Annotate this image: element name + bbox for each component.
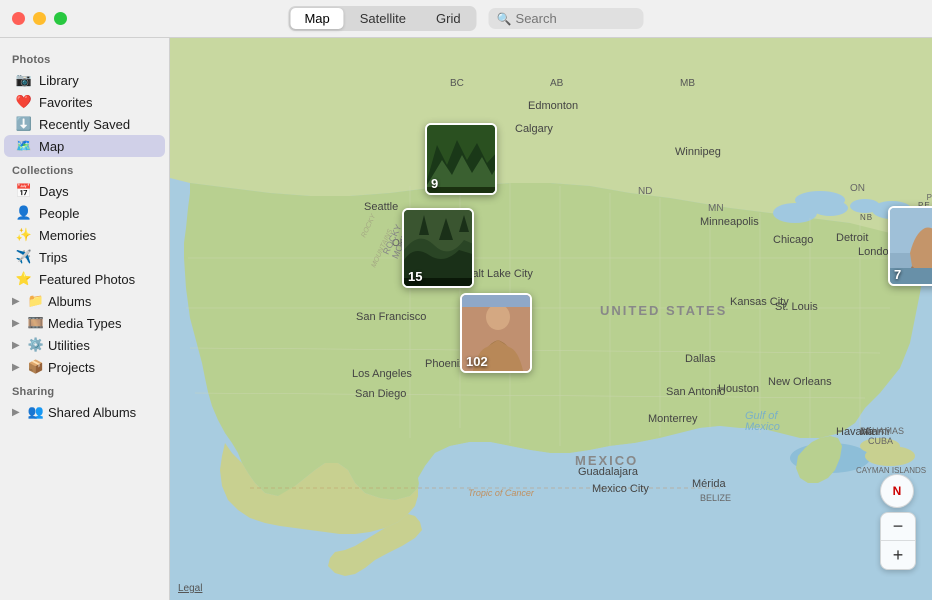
title-bar: Map Satellite Grid 🔍	[0, 0, 932, 38]
cluster-east[interactable]: 7	[888, 206, 932, 286]
main-area: Photos 📷 Library ❤️ Favorites ⬇️ Recentl…	[0, 38, 932, 600]
utilities-icon: ⚙️	[28, 337, 44, 353]
sidebar: Photos 📷 Library ❤️ Favorites ⬇️ Recentl…	[0, 38, 170, 600]
sidebar-item-label: Featured Photos	[39, 272, 135, 287]
sidebar-item-label: Projects	[48, 360, 95, 375]
maximize-button[interactable]	[54, 12, 67, 25]
sidebar-item-map[interactable]: 🗺️ Map	[4, 135, 165, 157]
sidebar-item-label: Utilities	[48, 338, 90, 353]
collections-section-header: Collections	[0, 157, 169, 180]
sidebar-item-shared-albums[interactable]: ▶ 👥 Shared Albums	[4, 401, 165, 423]
shared-albums-icon: 👥	[28, 404, 44, 420]
sidebar-item-trips[interactable]: ✈️ Trips	[4, 246, 165, 268]
sidebar-item-albums[interactable]: ▶ 📁 Albums	[4, 290, 165, 312]
media-types-icon: 🎞️	[28, 315, 44, 331]
legal-link[interactable]: Legal	[178, 583, 202, 594]
sidebar-item-recently-saved[interactable]: ⬇️ Recently Saved	[4, 113, 165, 135]
map-svg: ROCKY MOUNTAINS APPALACHIAN NB PE	[170, 38, 932, 600]
sidebar-item-label: Recently Saved	[39, 117, 130, 132]
cluster-wa[interactable]: 15	[402, 208, 474, 288]
chevron-right-icon: ▶	[12, 296, 24, 307]
map-controls: N − +	[880, 474, 916, 570]
compass-button[interactable]: N	[880, 474, 914, 508]
grid-view-button[interactable]: Grid	[422, 8, 475, 29]
cluster-count: 7	[894, 267, 901, 282]
window-controls	[12, 12, 67, 25]
sidebar-item-label: Albums	[48, 294, 91, 309]
favorites-icon: ❤️	[16, 94, 32, 110]
search-icon: 🔍	[497, 12, 512, 26]
sidebar-item-label: Shared Albums	[48, 405, 136, 420]
sidebar-item-label: Trips	[39, 250, 67, 265]
sidebar-item-projects[interactable]: ▶ 📦 Projects	[4, 356, 165, 378]
sidebar-item-label: Days	[39, 184, 69, 199]
cluster-count: 9	[431, 176, 438, 191]
map-view-button[interactable]: Map	[290, 8, 343, 29]
minimize-button[interactable]	[33, 12, 46, 25]
sidebar-item-label: Library	[39, 73, 79, 88]
sidebar-item-label: Memories	[39, 228, 96, 243]
chevron-right-icon: ▶	[12, 362, 24, 373]
cluster-count: 15	[408, 269, 422, 284]
sharing-section-header: Sharing	[0, 378, 169, 401]
recently-saved-icon: ⬇️	[16, 116, 32, 132]
library-icon: 📷	[16, 72, 32, 88]
zoom-in-button[interactable]: +	[881, 541, 915, 569]
projects-icon: 📦	[28, 359, 44, 375]
days-icon: 📅	[16, 183, 32, 199]
svg-text:PE: PE	[927, 193, 932, 202]
satellite-view-button[interactable]: Satellite	[346, 8, 420, 29]
albums-icon: 📁	[28, 293, 44, 309]
sidebar-item-memories[interactable]: ✨ Memories	[4, 224, 165, 246]
search-input[interactable]	[516, 11, 636, 26]
chevron-right-icon: ▶	[12, 340, 24, 351]
sidebar-item-label: Media Types	[48, 316, 121, 331]
zoom-controls: − +	[880, 512, 916, 570]
photos-section-header: Photos	[0, 46, 169, 69]
map-background: ROCKY MOUNTAINS APPALACHIAN NB PE BC AB …	[170, 38, 932, 600]
sidebar-item-library[interactable]: 📷 Library	[4, 69, 165, 91]
cluster-count: 102	[466, 354, 488, 369]
sidebar-item-label: Map	[39, 139, 64, 154]
people-icon: 👤	[16, 205, 32, 221]
search-box: 🔍	[489, 8, 644, 29]
sidebar-item-favorites[interactable]: ❤️ Favorites	[4, 91, 165, 113]
sidebar-item-featured-photos[interactable]: ⭐ Featured Photos	[4, 268, 165, 290]
toolbar-center: Map Satellite Grid 🔍	[288, 6, 643, 31]
view-toggle: Map Satellite Grid	[288, 6, 476, 31]
map-icon: 🗺️	[16, 138, 32, 154]
trips-icon: ✈️	[16, 249, 32, 265]
chevron-right-icon: ▶	[12, 407, 24, 418]
zoom-out-button[interactable]: −	[881, 513, 915, 541]
cluster-sf[interactable]: 102	[460, 293, 532, 373]
sidebar-item-label: People	[39, 206, 79, 221]
sidebar-item-days[interactable]: 📅 Days	[4, 180, 165, 202]
close-button[interactable]	[12, 12, 25, 25]
compass-label: N	[893, 484, 902, 498]
sidebar-item-label: Favorites	[39, 95, 92, 110]
cluster-bc[interactable]: 9	[425, 123, 497, 195]
map-area[interactable]: ROCKY MOUNTAINS APPALACHIAN NB PE BC AB …	[170, 38, 932, 600]
sidebar-item-utilities[interactable]: ▶ ⚙️ Utilities	[4, 334, 165, 356]
chevron-right-icon: ▶	[12, 318, 24, 329]
sidebar-item-media-types[interactable]: ▶ 🎞️ Media Types	[4, 312, 165, 334]
featured-photos-icon: ⭐	[16, 271, 32, 287]
memories-icon: ✨	[16, 227, 32, 243]
sidebar-item-people[interactable]: 👤 People	[4, 202, 165, 224]
